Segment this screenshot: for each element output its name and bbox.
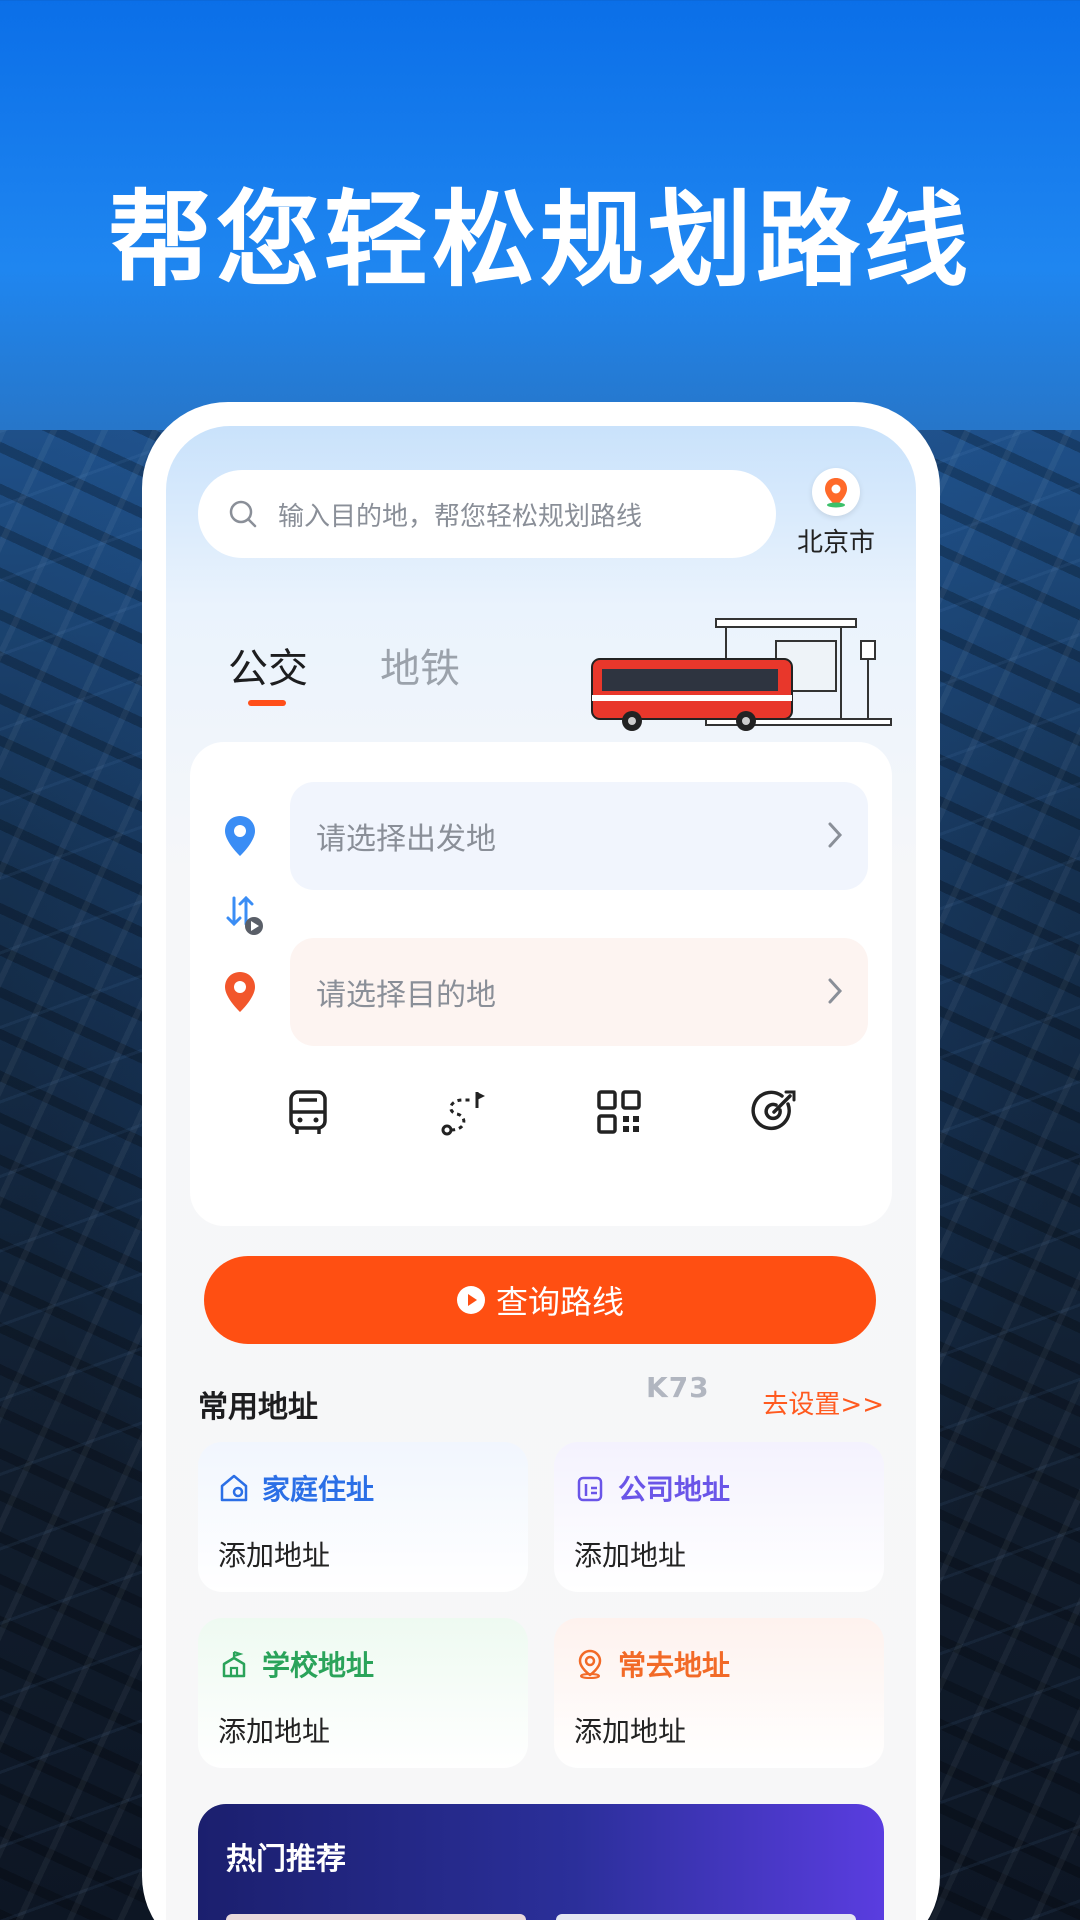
app-screen: 输入目的地，帮您轻松规划路线 北京市 公交 地铁 请选择出发地 请选择目的地 查… [166,426,916,1920]
bus-stop-illustration [591,618,892,731]
school-address-sub: 添加地址 [218,1715,331,1748]
location-pin-icon [812,468,860,516]
recommend-thumbnail[interactable] [226,1914,526,1920]
query-route-label: 查询路线 [495,1283,624,1321]
search-icon [229,500,257,528]
destination-pin-icon [225,972,255,1012]
school-address-card[interactable]: 学校地址 添加地址 [198,1618,528,1768]
city-name: 北京市 [796,528,875,558]
office-address-card[interactable]: 公司地址 添加地址 [554,1442,884,1592]
tab-bus[interactable]: 公交 [228,636,308,706]
office-icon [577,1476,603,1502]
school-icon [222,1650,246,1678]
query-route-button[interactable]: 查询路线 [204,1256,876,1344]
office-address-label: 公司地址 [618,1473,731,1506]
transport-tabs: 公交 地铁 [228,636,460,706]
go-settings-link[interactable]: 去设置>> [762,1384,884,1421]
city-selector[interactable]: 北京市 [776,468,896,559]
frequent-address-label: 常去地址 [618,1649,731,1682]
bus-icon[interactable] [282,1086,334,1138]
home-address-sub: 添加地址 [218,1539,331,1572]
route-card: 请选择出发地 请选择目的地 [190,742,892,1226]
search-placeholder: 输入目的地，帮您轻松规划路线 [278,501,643,532]
swap-icon[interactable] [224,892,264,936]
tab-subway[interactable]: 地铁 [380,636,460,694]
grid-icon[interactable] [593,1086,645,1138]
location-icon [578,1649,602,1679]
play-icon [456,1286,485,1314]
watermark-logo: K73 [646,1371,710,1404]
school-address-label: 学校地址 [262,1649,375,1682]
tool-row [190,1086,892,1138]
destination-placeholder: 请选择目的地 [316,978,496,1013]
office-address-sub: 添加地址 [574,1539,687,1572]
chevron-right-icon [828,978,843,1004]
frequent-address-sub: 添加地址 [574,1715,687,1748]
common-address-title: 常用地址 [198,1382,318,1426]
recommend-thumbnail[interactable] [556,1914,856,1920]
hot-recommend-banner[interactable]: 热门推荐 [198,1804,884,1920]
frequent-address-card[interactable]: 常去地址 添加地址 [554,1618,884,1768]
route-icon[interactable] [437,1086,489,1138]
origin-placeholder: 请选择出发地 [316,822,496,857]
hot-recommend-title: 热门推荐 [226,1842,346,1877]
destination-field[interactable]: 请选择目的地 [290,938,868,1046]
start-pin-icon [225,816,255,856]
search-bar[interactable]: 输入目的地，帮您轻松规划路线 [198,470,776,558]
home-address-card[interactable]: 家庭住址 添加地址 [198,1442,528,1592]
home-address-label: 家庭住址 [262,1473,375,1506]
chevron-right-icon [828,822,843,848]
home-icon [220,1474,248,1502]
origin-field[interactable]: 请选择出发地 [290,782,868,890]
headline: 帮您轻松规划路线 [107,179,972,301]
target-icon[interactable] [748,1086,800,1138]
